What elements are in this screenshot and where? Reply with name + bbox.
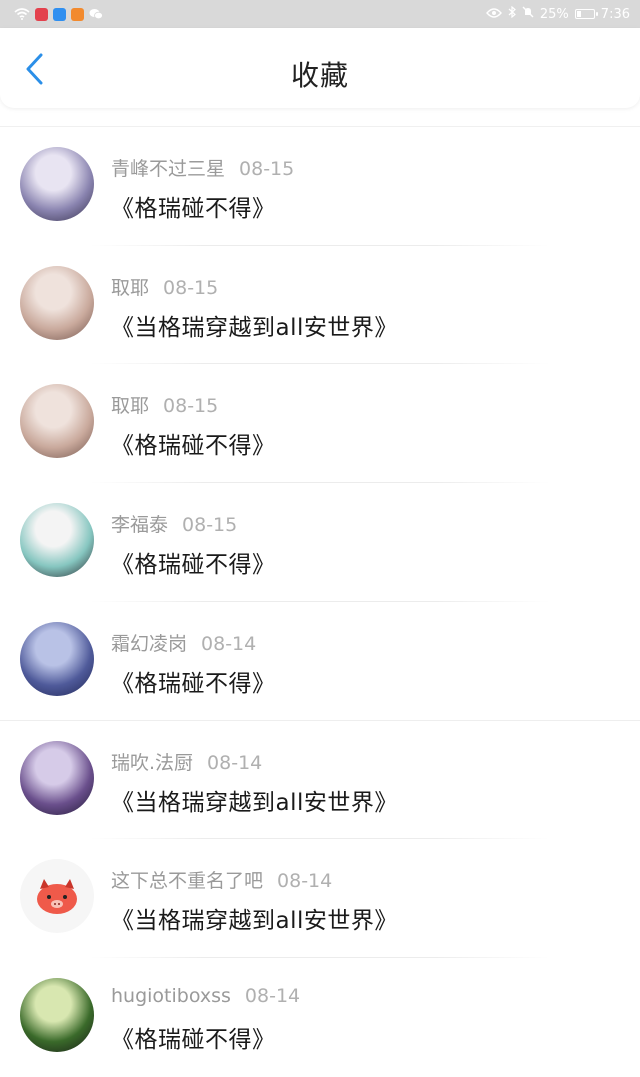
list-item[interactable]: 取耶 08-15 《当格瑞穿越到all安世界》 xyxy=(0,246,640,365)
avatar[interactable] xyxy=(20,741,94,816)
item-date: 08-14 xyxy=(244,984,301,1007)
item-meta: hugiotiboxss 08-14 xyxy=(111,985,300,1007)
battery-icon xyxy=(574,9,598,19)
list-item[interactable]: 这下总不重名了吧 08-14 《当格瑞穿越到all安世界》 xyxy=(0,839,640,958)
avatar[interactable] xyxy=(20,265,94,340)
header: 收藏 xyxy=(0,28,640,108)
item-meta: 李福泰 08-15 xyxy=(111,510,237,537)
battery-percent: 25% xyxy=(539,6,569,22)
work-title[interactable]: 《当格瑞穿越到all安世界》 xyxy=(111,901,398,935)
author-name[interactable]: 李福泰 xyxy=(111,514,168,536)
app-red-icon xyxy=(35,7,48,21)
list-item[interactable]: 李福泰 08-15 《格瑞碰不得》 xyxy=(0,483,640,602)
work-title[interactable]: 《格瑞碰不得》 xyxy=(111,545,276,579)
item-meta: 瑞吹.法厨 08-14 xyxy=(111,748,262,775)
item-meta: 取耶 08-15 xyxy=(111,391,218,418)
avatar[interactable] xyxy=(20,147,94,221)
avatar[interactable] xyxy=(20,384,94,459)
avatar[interactable] xyxy=(20,859,94,934)
work-title[interactable]: 《格瑞碰不得》 xyxy=(111,1020,276,1054)
list-item[interactable]: hugiotiboxss 08-14 《格瑞碰不得》 xyxy=(0,958,640,1077)
item-date: 08-14 xyxy=(207,752,263,775)
author-name[interactable]: 瑞吹.法厨 xyxy=(111,752,193,774)
item-meta: 取耶 08-15 xyxy=(111,273,218,300)
item-date: 08-15 xyxy=(163,276,219,299)
status-time: 7:36 xyxy=(600,6,630,22)
page-title: 收藏 xyxy=(290,59,349,92)
author-name[interactable]: 取耶 xyxy=(111,277,149,299)
avatar[interactable] xyxy=(20,977,94,1052)
item-date: 08-15 xyxy=(239,158,295,180)
status-bar: 25% 7:36 xyxy=(0,0,640,28)
work-title[interactable]: 《格瑞碰不得》 xyxy=(111,189,276,223)
app-search-icon xyxy=(53,7,66,21)
work-title[interactable]: 《当格瑞穿越到all安世界》 xyxy=(111,783,398,817)
favorites-list: 青峰不过三星 08-15 《格瑞碰不得》 取耶 08-15 《当格瑞穿越到all安世界》取… xyxy=(0,126,640,1077)
work-title[interactable]: 《格瑞碰不得》 xyxy=(111,426,276,460)
list-item[interactable]: 青峰不过三星 08-15 《格瑞碰不得》 xyxy=(0,127,640,246)
work-title[interactable]: 《当格瑞穿越到all安世界》 xyxy=(111,308,398,342)
wechat-icon xyxy=(89,5,103,24)
list-item[interactable]: 取耶 08-15 《格瑞碰不得》 xyxy=(0,364,640,484)
list-item[interactable]: 瑞吹.法厨 08-14 《当格瑞穿越到all安世界》 xyxy=(0,720,640,840)
work-title[interactable]: 《格瑞碰不得》 xyxy=(111,664,276,698)
item-meta: 霜幻凌岗 08-14 xyxy=(111,629,256,656)
author-name[interactable]: 这下总不重名了吧 xyxy=(111,870,263,892)
author-name[interactable]: 取耶 xyxy=(111,395,149,417)
item-date: 08-15 xyxy=(163,395,219,418)
avatar[interactable] xyxy=(20,621,94,696)
list-item[interactable]: 霜幻凌岗 08-14 《格瑞碰不得》 xyxy=(0,602,640,721)
author-name[interactable]: 霜幻凌岗 xyxy=(111,633,187,655)
item-meta: 青峰不过三星 08-15 xyxy=(111,154,294,181)
mute-icon xyxy=(522,6,534,22)
battery-level xyxy=(576,11,581,17)
avatar[interactable] xyxy=(20,503,94,578)
pig-face-icon xyxy=(37,879,77,915)
item-meta: 这下总不重名了吧 08-14 xyxy=(111,866,332,893)
author-name[interactable]: 青峰不过三星 xyxy=(111,158,225,180)
item-date: 08-14 xyxy=(277,870,333,893)
eye-icon xyxy=(485,7,502,22)
status-bar-right: 25% 7:36 xyxy=(485,5,630,22)
wifi-icon xyxy=(14,5,30,24)
item-date: 08-14 xyxy=(201,632,257,655)
bluetooth-icon xyxy=(508,5,516,22)
author-name[interactable]: hugiotiboxss xyxy=(111,985,231,1007)
app-video-icon xyxy=(71,7,84,21)
status-bar-left xyxy=(14,5,103,24)
item-date: 08-15 xyxy=(182,514,238,537)
